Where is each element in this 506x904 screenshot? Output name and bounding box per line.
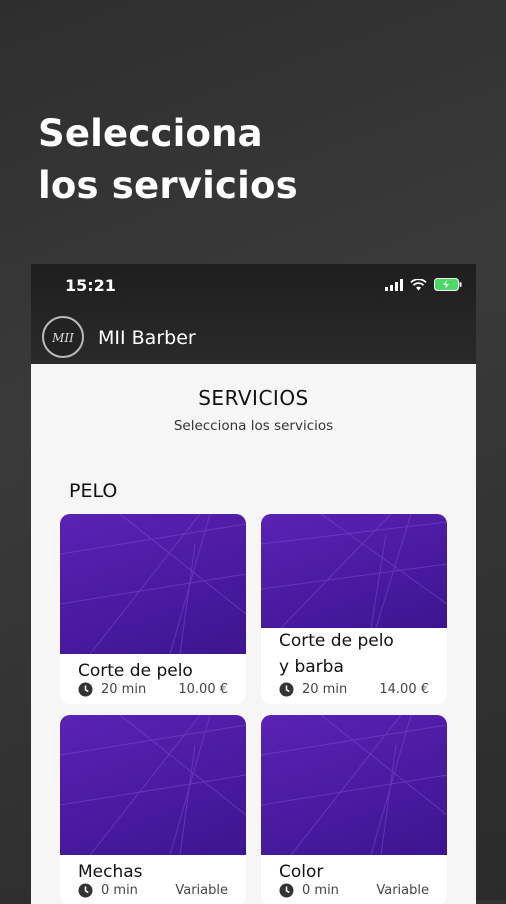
svg-text:MII: MII (51, 331, 74, 345)
service-duration: 20 min (302, 682, 348, 697)
service-meta: 20 min 14.00 € (279, 682, 429, 697)
headline-line-1: Selecciona (38, 112, 263, 155)
signal-icon (385, 278, 403, 291)
service-price: Variable (175, 883, 228, 898)
page-title: SERVICIOS (198, 386, 309, 410)
service-duration: 0 min (101, 883, 138, 898)
status-time: 15:21 (65, 276, 116, 295)
app-title: MII Barber (98, 327, 196, 349)
brand-logo: MII (42, 316, 84, 358)
service-duration: 20 min (101, 682, 147, 697)
service-card-mechas[interactable]: Mechas 0 min Variable (60, 715, 246, 904)
service-price: 14.00 € (379, 682, 429, 697)
service-name: Color (279, 862, 324, 882)
clock-icon (78, 883, 93, 898)
clock-icon (279, 883, 294, 898)
service-name: Corte de pelo (78, 661, 193, 681)
wifi-icon (410, 278, 427, 290)
promo-headline: Selecciona los servicios (38, 108, 298, 212)
service-name: Corte de pelo y barba (279, 628, 394, 680)
battery-icon (434, 278, 462, 291)
service-image (60, 715, 246, 855)
service-price: Variable (376, 883, 429, 898)
service-duration: 0 min (302, 883, 339, 898)
clock-icon (78, 682, 93, 697)
service-image (60, 514, 246, 654)
service-card-color[interactable]: Color 0 min Variable (261, 715, 447, 904)
service-name-line-2: y barba (279, 657, 344, 677)
service-name: Mechas (78, 862, 143, 882)
app-bar: 15:21 MII MII Barber (31, 264, 476, 364)
service-image (261, 514, 447, 628)
service-card-corte-de-pelo[interactable]: Corte de pelo 20 min 10.00 € (60, 514, 246, 704)
clock-icon (279, 682, 294, 697)
service-name-line-1: Corte de pelo (279, 631, 394, 651)
service-meta: 0 min Variable (279, 883, 429, 898)
status-icons (385, 278, 462, 291)
service-meta: 0 min Variable (78, 883, 228, 898)
service-price: 10.00 € (178, 682, 228, 697)
service-image (261, 715, 447, 855)
section-title-pelo: PELO (69, 480, 118, 502)
phone-screen: 15:21 MII MII Barber SERVICIOS Seleccion… (31, 264, 476, 904)
service-card-corte-de-pelo-y-barba[interactable]: Corte de pelo y barba 20 min 14.00 € (261, 514, 447, 704)
page-subtitle: Selecciona los servicios (173, 418, 334, 434)
headline-line-2: los servicios (38, 164, 298, 207)
service-meta: 20 min 10.00 € (78, 682, 228, 697)
